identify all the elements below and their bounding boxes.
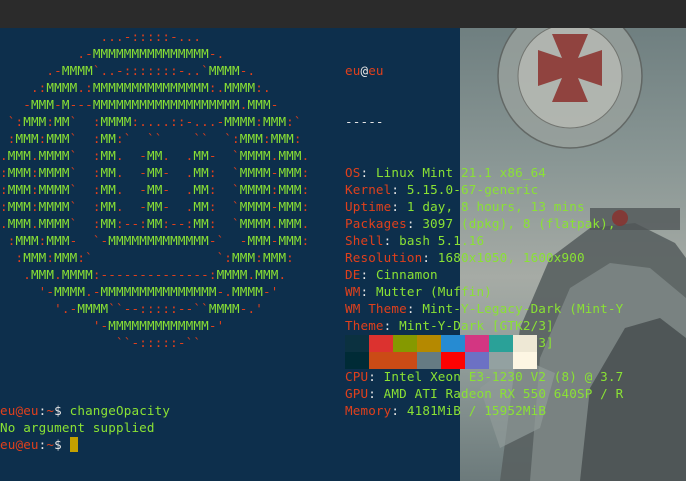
text-cursor <box>69 437 78 452</box>
sysinfo-value: AMD ATI Radeon RX 550 640SP / R <box>383 386 624 401</box>
sysinfo-line: GPU: AMD ATI Radeon RX 550 640SP / R <box>345 386 624 401</box>
color-swatch <box>489 335 513 352</box>
color-swatch <box>345 352 369 369</box>
color-swatch <box>465 335 489 352</box>
sysinfo-line: CPU: Intel Xeon E3-1230 V2 (8) @ 3.7 <box>345 369 624 384</box>
ascii-line: .MMM.MMMM:--------------:MMMM.MMM. <box>23 267 287 282</box>
host-name: eu <box>368 63 384 78</box>
color-swatch <box>465 352 489 369</box>
ascii-line: '-MMMM.-MMMMMMMMMMMMMMM-.MMMM-' <box>38 284 279 299</box>
color-swatch <box>513 352 537 369</box>
sysinfo-line: Resolution: 1680x1050, 1600x900 <box>345 250 585 265</box>
sysinfo-value: 1 day, 8 hours, 13 mins <box>406 199 585 214</box>
sysinfo-value: Mutter (Muffin) <box>375 284 492 299</box>
sysinfo-line: Packages: 3097 (dpkg), 8 (flatpak), <box>345 216 616 231</box>
sysinfo-line: Kernel: 5.15.0-67-generic <box>345 182 539 197</box>
ascii-line: `:MMM:MM` :MMMM:....::-...-MMMM:MMM:` <box>7 114 302 129</box>
ascii-line: .-MMMM`..-:::::::-..`MMMM-. <box>46 63 256 78</box>
user-name: eu <box>345 63 361 78</box>
sysinfo-line: Uptime: 1 day, 8 hours, 13 mins <box>345 199 585 214</box>
ascii-line: .-MMMMMMMMMMMMMMM-. <box>77 46 225 61</box>
sysinfo-value: Mint-Y-Legacy-Dark (Mint-Y <box>422 301 624 316</box>
ascii-line: .MMM.MMMM` :MM. -MM. .MM- `MMMM.MMM. <box>0 148 310 163</box>
ascii-line: :MMM:MMM- `-MMMMMMMMMMMMM-` -MMM-MMM: <box>7 233 310 248</box>
ascii-line: :MMM:MMM:` `:MMM:MMM: <box>15 250 294 265</box>
color-swatch <box>417 335 441 352</box>
sysinfo-key: Packages <box>345 216 407 231</box>
prompt-user: eu@eu <box>0 403 39 418</box>
sysinfo-value: Intel Xeon E3-1230 V2 (8) @ 3.7 <box>383 369 624 384</box>
sysinfo-line: DE: Cinnamon <box>345 267 438 282</box>
sysinfo-value: 1680x1050, 1600x900 <box>437 250 585 265</box>
separator-line: ----- <box>345 114 384 129</box>
sysinfo-value: Cinnamon <box>375 267 438 282</box>
terminal-window[interactable]: ...-:::::-... .-MMMMMMMMMMMMMMM-. .-MMMM… <box>0 28 686 481</box>
sysinfo-value: Mint-Y-Dark [GTK2/3] <box>399 318 554 333</box>
sysinfo-key: WM Theme <box>345 301 407 316</box>
sysinfo-key: DE <box>345 267 361 282</box>
shell-output[interactable]: eu@eu:~$ changeOpacity No argument suppli… <box>0 402 170 453</box>
sysinfo-key: Shell <box>345 233 384 248</box>
sysinfo-key: Theme <box>345 318 384 333</box>
sysinfo-value: 5.15.0-67-generic <box>406 182 539 197</box>
color-swatch <box>393 352 417 369</box>
ascii-line: :MMM:MMMM` :MM. -MM- .MM: `MMMM:MMM: <box>0 182 310 197</box>
prompt-line: eu@eu:~$ <box>0 436 170 453</box>
prompt-path: ~ <box>46 437 55 452</box>
sysinfo-key: Kernel <box>345 182 392 197</box>
sysinfo-line: Shell: bash 5.1.16 <box>345 233 485 248</box>
color-palette-row-2 <box>345 352 537 369</box>
color-swatch <box>345 335 369 352</box>
sysinfo-line: WM: Mutter (Muffin) <box>345 284 492 299</box>
color-swatch <box>369 352 393 369</box>
sysinfo-key: Resolution <box>345 250 423 265</box>
mint-ascii-logo: ...-:::::-... .-MMMMMMMMMMMMMMM-. .-MMMM… <box>0 28 309 351</box>
sysinfo-key: WM <box>345 284 361 299</box>
sysinfo-line: WM Theme: Mint-Y-Legacy-Dark (Mint-Y <box>345 301 624 316</box>
ascii-line: ...-:::::-... <box>100 29 202 44</box>
color-swatch <box>441 335 465 352</box>
sysinfo-key: GPU <box>345 386 369 401</box>
color-swatch <box>441 352 465 369</box>
ascii-line: :MMM:MMM` :MM:` `` `` `:MMM:MMM: <box>7 131 302 146</box>
sysinfo-value: bash 5.1.16 <box>399 233 485 248</box>
sysinfo-line: OS: Linux Mint 21.1 x86_64 <box>345 165 547 180</box>
ascii-line: :MMM:MMMM` :MM. -MM- .MM: `MMMM-MMM: <box>0 199 310 214</box>
color-swatch <box>417 352 441 369</box>
prompt-line: eu@eu:~$ changeOpacity <box>0 403 171 418</box>
color-swatch <box>393 335 417 352</box>
sysinfo-line: Theme: Mint-Y-Dark [GTK2/3] <box>345 318 554 333</box>
sysinfo-value: 4181MiB / 15952MiB <box>406 403 547 418</box>
sysinfo-key: Uptime <box>345 199 392 214</box>
sysinfo-value: Linux Mint 21.1 x86_64 <box>375 165 547 180</box>
user-host-line: eu@eu <box>345 62 623 79</box>
ascii-line: .MMM.MMMM` :MM:--:MM:--:MM: `MMMM.MMM. <box>0 216 310 231</box>
sysinfo-key: OS <box>345 165 361 180</box>
sysinfo-line: Memory: 4181MiB / 15952MiB <box>345 403 547 418</box>
color-swatch <box>513 335 537 352</box>
color-palette-row-1 <box>345 335 537 352</box>
color-swatch <box>489 352 513 369</box>
command-output: No argument supplied <box>0 420 155 435</box>
ascii-line: '.-MMMM``--:::::--``MMMM-.' <box>54 301 263 316</box>
prompt-path: ~ <box>46 403 55 418</box>
neofetch-info: eu@eu ----- OS: Linux Mint 21.1 x86_64 Ke… <box>345 28 623 453</box>
sysinfo-key: CPU <box>345 369 369 384</box>
color-swatch <box>369 335 393 352</box>
ascii-line: ``-:::::-`` <box>116 335 202 350</box>
ascii-line: -MMM-M---MMMMMMMMMMMMMMMMMMM.MMM- <box>23 97 279 112</box>
window-title-bar[interactable] <box>0 0 686 28</box>
ascii-line: '-MMMMMMMMMMMMM-' <box>92 318 225 333</box>
sysinfo-key: Memory <box>345 403 392 418</box>
ascii-line: :MMM:MMMM` :MM. -MM- .MM: `MMMM-MMM: <box>0 165 310 180</box>
sysinfo-value: 3097 (dpkg), 8 (flatpak), <box>422 216 616 231</box>
prompt-user: eu@eu <box>0 437 39 452</box>
ascii-line: .:MMMM.:MMMMMMMMMMMMMMM:.MMMM:. <box>30 80 271 95</box>
command-text: changeOpacity <box>69 403 171 418</box>
